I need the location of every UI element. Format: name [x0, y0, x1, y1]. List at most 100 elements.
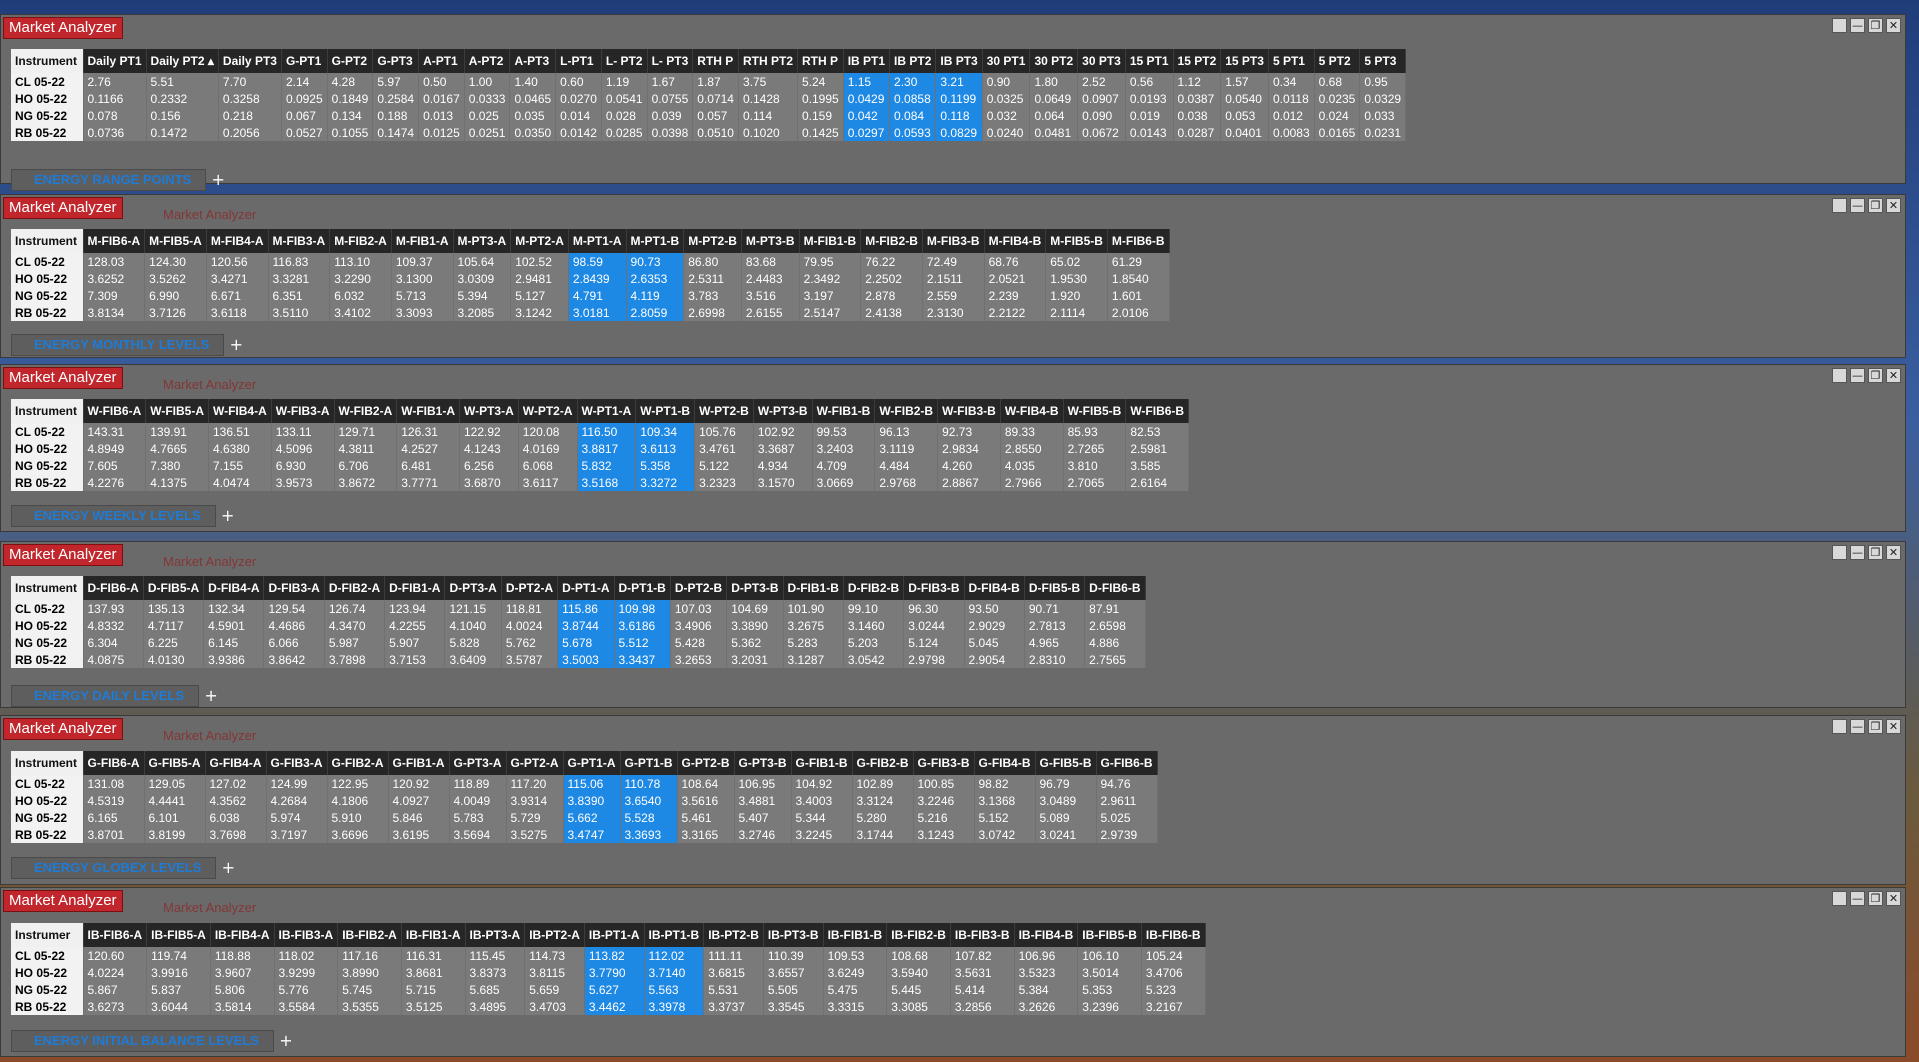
column-header[interactable]: IB-FIB2-A: [337, 923, 402, 947]
value-cell[interactable]: 0.3258: [218, 90, 282, 107]
value-cell[interactable]: 2.9834: [937, 440, 1001, 457]
value-cell[interactable]: 6.068: [518, 457, 578, 474]
value-cell[interactable]: 3.3693: [620, 826, 678, 843]
value-cell[interactable]: 129.71: [334, 423, 398, 440]
value-cell[interactable]: 3.4102: [329, 304, 392, 321]
value-cell[interactable]: 5.729: [506, 809, 564, 826]
column-header[interactable]: M-PT1-A: [568, 229, 627, 253]
value-cell[interactable]: 6.165: [83, 809, 145, 826]
column-header[interactable]: W-FIB1-A: [396, 399, 460, 423]
column-header-instrument[interactable]: Instrumer: [11, 923, 84, 947]
value-cell[interactable]: 4.0927: [388, 792, 450, 809]
value-cell[interactable]: 96.30: [903, 600, 965, 617]
column-header[interactable]: M-FIB4-B: [984, 229, 1047, 253]
value-cell[interactable]: 132.34: [203, 600, 265, 617]
value-cell[interactable]: 3.4462: [584, 998, 645, 1015]
value-cell[interactable]: 2.6155: [741, 304, 800, 321]
value-cell[interactable]: 0.0193: [1125, 90, 1174, 107]
value-cell[interactable]: 108.68: [886, 947, 951, 964]
table-row[interactable]: HO 05-22 4.5319 4.4441 4.3562 4.2684 4.1806 4.…: [11, 792, 1158, 809]
value-cell[interactable]: 2.9029: [964, 617, 1025, 634]
window-titlebar[interactable]: Market Analyzer Market Analyzer — ❐ ✕: [1, 542, 1905, 569]
value-cell[interactable]: 5.974: [266, 809, 328, 826]
close-button[interactable]: ✕: [1886, 891, 1901, 906]
value-cell[interactable]: 129.54: [263, 600, 325, 617]
column-header[interactable]: D-FIB6-B: [1084, 576, 1146, 600]
value-cell[interactable]: 5.122: [694, 457, 754, 474]
value-cell[interactable]: 0.057: [692, 107, 739, 124]
value-cell[interactable]: 3.5694: [449, 826, 507, 843]
value-cell[interactable]: 6.145: [203, 634, 265, 651]
window-titlebar[interactable]: Market Analyzer Market Analyzer — ❐ ✕: [1, 195, 1905, 222]
value-cell[interactable]: 0.0925: [281, 90, 328, 107]
value-cell[interactable]: 0.2584: [372, 90, 420, 107]
column-header[interactable]: W-FIB2-B: [874, 399, 939, 423]
column-header[interactable]: G-PT1: [281, 49, 328, 73]
value-cell[interactable]: 6.038: [205, 809, 267, 826]
value-cell[interactable]: 122.95: [327, 775, 389, 792]
value-cell[interactable]: 1.15: [843, 73, 891, 90]
value-cell[interactable]: 2.76: [83, 73, 147, 90]
value-cell[interactable]: 5.283: [783, 634, 844, 651]
value-cell[interactable]: 135.13: [143, 600, 205, 617]
table-row[interactable]: RB 05-22 3.8134 3.7126 3.6118 3.5110 3.4102 3.…: [11, 304, 1170, 321]
value-cell[interactable]: 1.87: [692, 73, 739, 90]
column-header[interactable]: IB-FIB5-A: [146, 923, 211, 947]
table-row[interactable]: RB 05-22 0.0736 0.1472 0.2056 0.0527 0.1055 0.…: [11, 124, 1407, 141]
close-button[interactable]: ✕: [1886, 368, 1901, 383]
column-header[interactable]: G-PT2-B: [677, 751, 735, 775]
column-header[interactable]: L- PT3: [647, 49, 694, 73]
value-cell[interactable]: 5.445: [886, 981, 951, 998]
value-cell[interactable]: 3.6696: [327, 826, 389, 843]
window-blank-button[interactable]: [1832, 719, 1847, 734]
value-cell[interactable]: 0.0858: [889, 90, 937, 107]
value-cell[interactable]: 5.678: [557, 634, 615, 651]
column-header[interactable]: G-FIB6-A: [83, 751, 145, 775]
value-cell[interactable]: 0.2332: [146, 90, 219, 107]
value-cell[interactable]: 3.4003: [791, 792, 853, 809]
value-cell[interactable]: 4.6380: [208, 440, 272, 457]
workspace-tab[interactable]: ENERGY MONTHLY LEVELS: [11, 334, 225, 356]
value-cell[interactable]: 3.2031: [726, 651, 784, 668]
value-cell[interactable]: 3.1744: [852, 826, 914, 843]
value-cell[interactable]: 3.8134: [83, 304, 146, 321]
column-header[interactable]: IB PT2: [889, 49, 937, 73]
value-cell[interactable]: 5.323: [1141, 981, 1206, 998]
value-cell[interactable]: 5.837: [146, 981, 211, 998]
value-cell[interactable]: 5.152: [974, 809, 1036, 826]
value-cell[interactable]: 3.5275: [506, 826, 564, 843]
value-cell[interactable]: 0.0287: [1173, 124, 1222, 141]
value-cell[interactable]: 4.0024: [501, 617, 559, 634]
value-cell[interactable]: 2.14: [281, 73, 328, 90]
value-cell[interactable]: 3.197: [799, 287, 862, 304]
value-cell[interactable]: 3.4761: [694, 440, 754, 457]
value-cell[interactable]: 5.344: [791, 809, 853, 826]
value-cell[interactable]: 3.6113: [635, 440, 696, 457]
value-cell[interactable]: 5.414: [950, 981, 1015, 998]
value-cell[interactable]: 5.428: [670, 634, 728, 651]
value-cell[interactable]: 3.1243: [913, 826, 975, 843]
value-cell[interactable]: 106.96: [1014, 947, 1079, 964]
value-cell[interactable]: 107.82: [950, 947, 1015, 964]
value-cell[interactable]: 113.82: [584, 947, 645, 964]
column-header[interactable]: IB-FIB4-A: [210, 923, 275, 947]
value-cell[interactable]: 0.218: [218, 107, 282, 124]
value-cell[interactable]: 0.34: [1268, 73, 1315, 90]
value-cell[interactable]: 3.1570: [753, 474, 813, 491]
column-header[interactable]: M-PT2-B: [683, 229, 742, 253]
value-cell[interactable]: 0.0510: [692, 124, 739, 141]
value-cell[interactable]: 5.358: [635, 457, 696, 474]
value-cell[interactable]: 0.053: [1220, 107, 1269, 124]
add-tab-button[interactable]: +: [201, 686, 221, 706]
column-header[interactable]: D-FIB2-B: [843, 576, 905, 600]
value-cell[interactable]: 4.2276: [83, 474, 147, 491]
column-header[interactable]: G-FIB4-B: [974, 751, 1036, 775]
value-cell[interactable]: 4.0169: [518, 440, 578, 457]
value-cell[interactable]: 3.585: [1125, 457, 1190, 474]
column-header[interactable]: 15 PT1: [1125, 49, 1174, 73]
value-cell[interactable]: 1.920: [1045, 287, 1108, 304]
value-cell[interactable]: 3.8681: [401, 964, 466, 981]
value-cell[interactable]: 0.0736: [83, 124, 147, 141]
value-cell[interactable]: 115.86: [557, 600, 615, 617]
maximize-button[interactable]: ❐: [1868, 545, 1883, 560]
